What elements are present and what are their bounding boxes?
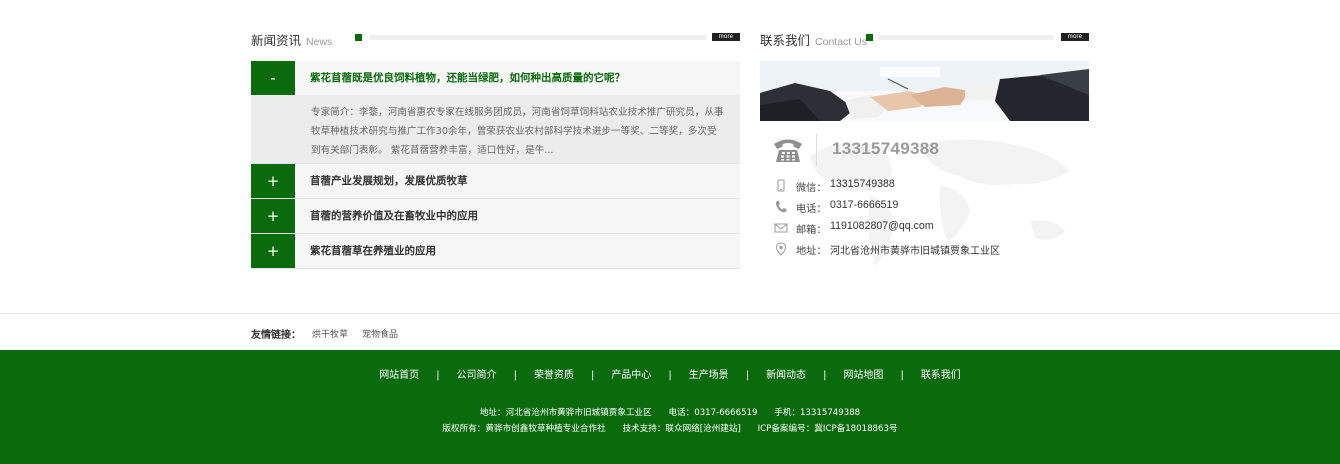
news-section: 新闻资讯 News more - 紫花苜蓿既是优良饲料植物，还能当绿肥，如何种出高…: [251, 26, 740, 269]
friend-link[interactable]: 宠物食品: [362, 327, 398, 340]
footer-nav-contact[interactable]: 联系我们: [921, 370, 961, 381]
contact-title: 联系我们 Contact Us: [760, 33, 867, 48]
footer-address: 地址：河北省沧州市黄骅市旧城镇贾象工业区: [479, 408, 652, 418]
news-item-header[interactable]: + 苜蓿的营养价值及在畜牧业中的应用: [251, 199, 740, 233]
contact-more-button[interactable]: more: [1061, 33, 1089, 41]
email-label: 邮箱：: [796, 225, 827, 236]
expand-toggle[interactable]: +: [251, 199, 295, 233]
phone-label: 电话：: [796, 204, 827, 215]
news-item-header[interactable]: + 苜蓿产业发展规划，发展优质牧草: [251, 164, 740, 198]
contact-divider: [878, 35, 1054, 40]
footer-mobile: 手机：13315749388: [774, 408, 861, 418]
news-item-title[interactable]: 紫花苜蓿既是优良饲料植物，还能当绿肥，如何种出高质量的它呢？: [310, 61, 625, 95]
news-item-summary: 专家简介：李黎，河南省惠农专家在线服务团成员，河南省饲草饲料站农业技术推广研究员…: [251, 95, 740, 163]
footer-nav-news[interactable]: 新闻动态: [766, 370, 806, 381]
expand-toggle[interactable]: +: [251, 234, 295, 268]
footer-copyright: 版权所有：黄骅市创鑫牧草种植专业合作社: [442, 424, 606, 434]
news-item: + 紫花苜蓿草在养殖业的应用: [251, 234, 740, 269]
footer-copyright-line: 版权所有：黄骅市创鑫牧草种植专业合作社 技术支持：联众网络[沧州建站] ICP备…: [0, 422, 1340, 434]
contact-marker: [866, 34, 873, 41]
wechat-label: 微信：: [796, 183, 827, 194]
contact-header: 联系我们 Contact Us more: [760, 26, 1089, 48]
news-item: + 苜蓿的营养价值及在畜牧业中的应用: [251, 199, 740, 234]
news-item-header[interactable]: - 紫花苜蓿既是优良饲料植物，还能当绿肥，如何种出高质量的它呢？: [251, 61, 740, 95]
news-item: - 紫花苜蓿既是优良饲料植物，还能当绿肥，如何种出高质量的它呢？ 专家简介：李黎…: [251, 61, 740, 164]
phone-value: 0317-6666519: [830, 199, 899, 211]
footer-nav-separator: |: [513, 370, 517, 381]
friend-link[interactable]: 烘干牧草: [312, 327, 348, 340]
footer-nav-separator: |: [590, 370, 595, 381]
news-marker: [355, 34, 362, 41]
contact-divider-vertical: [816, 134, 817, 166]
address-value: 河北省沧州市黄骅市旧城镇贾象工业区: [830, 246, 1000, 257]
location-icon: [775, 242, 787, 256]
contact-section: 联系我们 Contact Us more 13315749388 微信： 133…: [760, 26, 1089, 276]
news-divider: [369, 35, 707, 40]
phone-icon: [776, 201, 787, 213]
handshake-photo: [760, 61, 1089, 121]
email-value[interactable]: 1191082807@qq.com: [830, 220, 934, 232]
footer-nav: 网站首页 | 公司简介 | 荣誉资质 | 产品中心 | 生产场景 | 新闻动态 | 网站地图 | 联系我们: [0, 366, 1340, 381]
news-accordion: - 紫花苜蓿既是优良饲料植物，还能当绿肥，如何种出高质量的它呢？ 专家简介：李黎…: [251, 61, 740, 269]
footer-address-line: 地址：河北省沧州市黄骅市旧城镇贾象工业区 电话：0317-6666519 手机：…: [0, 406, 1340, 418]
footer-nav-production[interactable]: 生产场景: [689, 370, 729, 381]
collapse-toggle[interactable]: -: [251, 61, 295, 95]
site-footer: 网站首页 | 公司简介 | 荣誉资质 | 产品中心 | 生产场景 | 新闻动态 | 网站地图 | 联系我们 …: [0, 350, 1340, 464]
footer-nav-sitemap[interactable]: 网站地图: [843, 370, 883, 381]
news-item-title[interactable]: 苜蓿的营养价值及在畜牧业中的应用: [310, 199, 478, 233]
footer-nav-home[interactable]: 网站首页: [379, 370, 419, 381]
footer-nav-separator: |: [823, 370, 827, 381]
footer-support[interactable]: 技术支持：联众网络[沧州建站]: [622, 424, 740, 434]
footer-nav-separator: |: [436, 370, 440, 381]
footer-icp[interactable]: ICP备案编号：冀ICP备18018863号: [758, 424, 898, 434]
friend-links-bar: 友情链接： 烘干牧草 宠物食品: [0, 313, 1340, 350]
mail-icon: [774, 223, 788, 233]
hotline-number: 13315749388: [832, 139, 940, 158]
wechat-value: 13315749388: [830, 178, 895, 190]
news-title-en: News: [306, 36, 333, 48]
footer-nav-honors[interactable]: 荣誉资质: [534, 370, 574, 381]
telephone-icon: [774, 139, 802, 162]
footer-nav-separator: |: [745, 370, 750, 381]
news-item-title[interactable]: 紫花苜蓿草在养殖业的应用: [310, 234, 436, 268]
address-label: 地址：: [796, 246, 827, 257]
footer-nav-about[interactable]: 公司简介: [457, 370, 497, 381]
mobile-icon: [777, 179, 785, 192]
news-item: + 苜蓿产业发展规划，发展优质牧草: [251, 164, 740, 199]
news-item-title[interactable]: 苜蓿产业发展规划，发展优质牧草: [310, 164, 468, 198]
news-item-header[interactable]: + 紫花苜蓿草在养殖业的应用: [251, 234, 740, 268]
news-header: 新闻资讯 News more: [251, 26, 740, 48]
contact-title-en: Contact Us: [815, 36, 867, 48]
expand-toggle[interactable]: +: [251, 164, 295, 198]
news-more-button[interactable]: more: [712, 33, 740, 41]
footer-phone: 电话：0317-6666519: [668, 408, 758, 418]
friend-links-title: 友情链接：: [251, 330, 301, 341]
footer-nav-products[interactable]: 产品中心: [611, 370, 651, 381]
news-title: 新闻资讯 News: [251, 33, 333, 48]
footer-nav-separator: |: [668, 370, 672, 381]
handshake-image: [760, 61, 1089, 121]
footer-nav-separator: |: [900, 370, 904, 381]
